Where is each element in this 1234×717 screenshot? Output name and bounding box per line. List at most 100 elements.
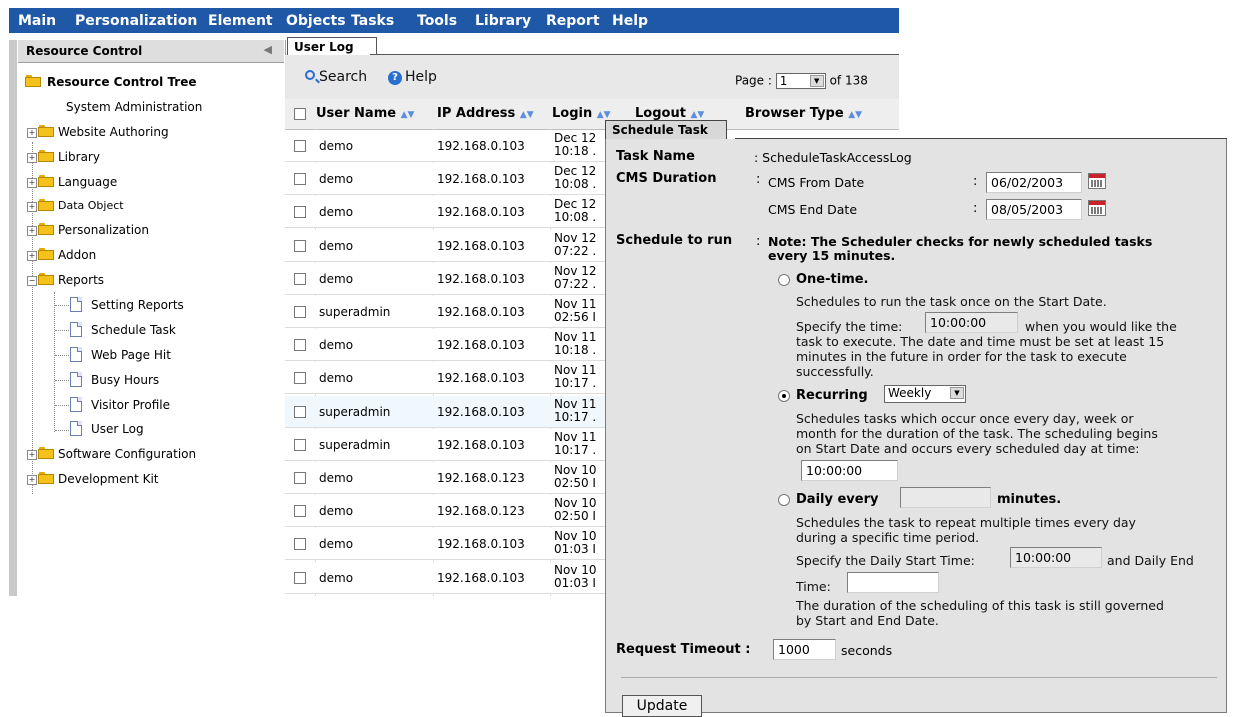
- help-link[interactable]: Help: [405, 69, 437, 85]
- sort-icon[interactable]: ▲▼: [597, 110, 611, 120]
- colon: :: [756, 172, 761, 187]
- tree-item-label: Software Configuration: [58, 447, 197, 461]
- expand-plus-icon[interactable]: +: [27, 153, 37, 163]
- page-select[interactable]: 1 ▼: [775, 73, 826, 89]
- expand-plus-icon[interactable]: +: [27, 178, 37, 188]
- one-time-desc-2c: successfully.: [796, 364, 874, 379]
- row-checkbox[interactable]: [294, 339, 306, 352]
- request-timeout-input[interactable]: 1000: [773, 639, 836, 660]
- cell-ip: 192.168.0.103: [437, 537, 525, 552]
- login-time: 07:22 .: [554, 276, 597, 291]
- tree-item-user-log[interactable]: User Log: [25, 421, 280, 441]
- chevron-down-icon: ▼: [809, 75, 824, 87]
- expand-plus-icon[interactable]: +: [27, 202, 37, 212]
- cms-from-date-input[interactable]: 06/02/2003: [986, 172, 1082, 193]
- row-checkbox[interactable]: [294, 239, 306, 252]
- tree-item-schedule-task[interactable]: Schedule Task: [25, 322, 280, 342]
- collapse-minus-icon[interactable]: −: [27, 276, 37, 286]
- tree-item-software-configuration[interactable]: + Software Configuration: [25, 446, 280, 466]
- row-checkbox[interactable]: [294, 571, 306, 584]
- sort-icon[interactable]: ▲▼: [401, 110, 415, 120]
- cell-login: Nov 11 10:17 .: [554, 364, 597, 390]
- recurring-frequency-select[interactable]: Weekly ▼: [884, 385, 966, 403]
- search-icon[interactable]: [305, 70, 315, 80]
- tab-schedule-task[interactable]: Schedule Task: [605, 120, 727, 139]
- cell-user: demo: [319, 537, 354, 552]
- row-checkbox[interactable]: [294, 438, 306, 451]
- tree-item-reports[interactable]: − Reports: [25, 272, 280, 292]
- expand-plus-icon[interactable]: +: [27, 226, 37, 236]
- tree-item-web-page-hit[interactable]: Web Page Hit: [25, 347, 280, 367]
- expand-plus-icon[interactable]: +: [27, 450, 37, 460]
- search-link[interactable]: Search: [319, 69, 367, 85]
- tree-item-busy-hours[interactable]: Busy Hours: [25, 372, 280, 392]
- col-logout[interactable]: Logout ▲▼: [635, 106, 704, 121]
- cms-end-date-input[interactable]: 08/05/2003: [986, 199, 1082, 220]
- menu-report[interactable]: Report: [546, 13, 600, 29]
- menu-personalization[interactable]: Personalization: [75, 13, 197, 29]
- menu-help[interactable]: Help: [612, 13, 648, 29]
- menu-tasks[interactable]: Tasks: [351, 13, 394, 29]
- calendar-icon[interactable]: [1088, 173, 1106, 189]
- menu-main[interactable]: Main: [18, 13, 56, 29]
- radio-recurring[interactable]: [778, 390, 790, 402]
- row-checkbox[interactable]: [294, 206, 306, 219]
- sort-icon[interactable]: ▲▼: [520, 110, 534, 120]
- expand-plus-icon[interactable]: +: [27, 251, 37, 261]
- update-button[interactable]: Update: [622, 695, 702, 717]
- tree-item-addon[interactable]: + Addon: [25, 247, 280, 267]
- col-user-name[interactable]: User Name ▲▼: [316, 106, 414, 121]
- cell-login: Nov 10 01:03 I: [554, 563, 597, 590]
- row-checkbox[interactable]: [294, 538, 306, 551]
- open-folder-icon: [38, 273, 54, 285]
- tree-item-visitor-profile[interactable]: Visitor Profile: [25, 397, 280, 417]
- row-checkbox[interactable]: [294, 505, 306, 518]
- sort-icon[interactable]: ▲▼: [848, 110, 862, 120]
- row-checkbox[interactable]: [294, 140, 306, 152]
- tree-item-data-object[interactable]: + Data Object: [25, 198, 280, 218]
- sort-icon[interactable]: ▲▼: [690, 110, 704, 120]
- tree-item-label: Setting Reports: [91, 298, 184, 312]
- expand-plus-icon[interactable]: +: [27, 475, 37, 485]
- col-ip-address[interactable]: IP Address ▲▼: [437, 106, 534, 121]
- tree-item-system-administration[interactable]: System Administration: [25, 99, 280, 119]
- tab-user-log[interactable]: User Log: [287, 37, 377, 56]
- row-checkbox[interactable]: [294, 173, 306, 186]
- tree-item-label: System Administration: [66, 100, 203, 114]
- radio-one-time[interactable]: [778, 274, 790, 286]
- calendar-icon[interactable]: [1088, 200, 1106, 216]
- tree-item-setting-reports[interactable]: Setting Reports: [25, 297, 280, 317]
- chevron-left-icon[interactable]: ◀: [264, 43, 272, 56]
- help-icon[interactable]: ?: [388, 71, 402, 85]
- cell-ip: 192.168.0.123: [437, 504, 525, 519]
- daily-every-minutes-input[interactable]: [900, 487, 991, 508]
- expand-plus-icon[interactable]: +: [27, 128, 37, 138]
- tree-root[interactable]: Resource Control Tree: [25, 74, 280, 94]
- menu-tools[interactable]: Tools: [417, 13, 457, 29]
- menu-objects[interactable]: Objects: [286, 13, 346, 29]
- daily-start-time-input[interactable]: 10:00:00: [1010, 547, 1102, 568]
- tree-item-library[interactable]: + Library: [25, 149, 280, 169]
- cell-login: Nov 11 10:17 .: [554, 397, 597, 424]
- row-checkbox[interactable]: [294, 272, 306, 285]
- row-checkbox[interactable]: [294, 306, 306, 318]
- tree-item-label: Data Object: [58, 199, 124, 212]
- minutes-label: minutes.: [997, 492, 1062, 507]
- one-time-time-input[interactable]: 10:00:00: [925, 312, 1018, 333]
- cell-user: demo: [319, 238, 354, 253]
- tree-item-personalization[interactable]: + Personalization: [25, 222, 280, 242]
- select-all-checkbox[interactable]: [294, 108, 306, 120]
- col-browser-type[interactable]: Browser Type ▲▼: [745, 106, 862, 121]
- recurring-time-input[interactable]: 10:00:00: [801, 460, 898, 481]
- tree-item-language[interactable]: + Language: [25, 174, 280, 194]
- row-checkbox[interactable]: [294, 405, 306, 418]
- menu-library[interactable]: Library: [475, 13, 531, 29]
- tree-item-website-authoring[interactable]: + Website Authoring: [25, 124, 280, 144]
- tree-item-development-kit[interactable]: + Development Kit: [25, 471, 280, 491]
- radio-daily-every[interactable]: [778, 494, 790, 506]
- daily-end-time-input[interactable]: [847, 572, 939, 593]
- row-checkbox[interactable]: [294, 372, 306, 385]
- menu-element[interactable]: Element: [208, 13, 273, 29]
- col-login[interactable]: Login ▲▼: [552, 106, 611, 121]
- row-checkbox[interactable]: [294, 472, 306, 484]
